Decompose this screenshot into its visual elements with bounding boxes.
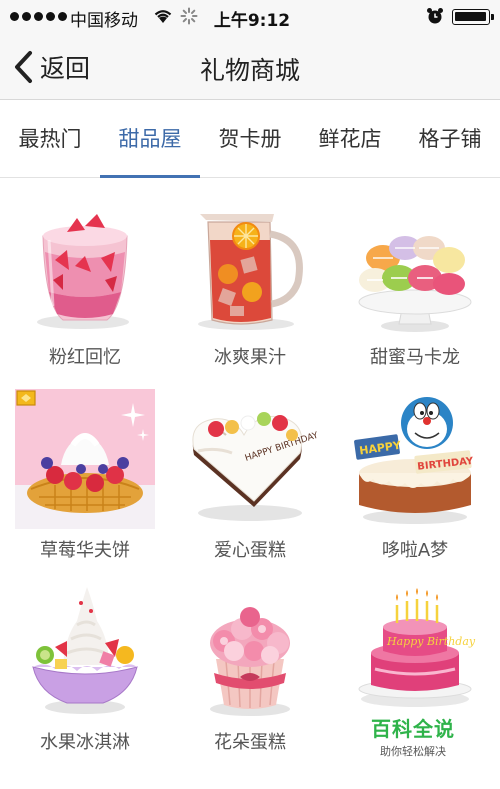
gift-item[interactable]: 草莓华夫饼	[5, 371, 165, 566]
gift-item[interactable]: HAPPY BIRTHDAY 哆啦A梦	[335, 371, 495, 566]
fruit-ice-cream-icon	[32, 587, 138, 714]
macaron-plate-icon	[358, 236, 472, 332]
signal-strength-icon	[10, 12, 67, 21]
wifi-icon	[154, 10, 172, 23]
alarm-clock-icon	[427, 8, 443, 24]
status-bar: 中国移动 上午9:12	[0, 0, 500, 34]
heart-cake-icon: HAPPY BIRTHDAY	[192, 412, 320, 521]
watermark-title: 百科全说	[371, 717, 455, 741]
loading-spinner-icon	[180, 7, 198, 25]
gift-item[interactable]: HAPPY BIRTHDAY 爱心蛋糕	[170, 371, 330, 566]
strawberry-parfait-icon	[37, 214, 129, 329]
gift-item[interactable]: 粉红回忆	[5, 178, 165, 373]
chevron-left-icon	[15, 51, 32, 83]
back-button[interactable]: 返回	[10, 46, 90, 88]
gift-name: 草莓华夫饼	[40, 540, 130, 561]
tab-greeting-cards[interactable]: 贺卡册	[200, 100, 300, 178]
gift-item[interactable]: 水果冰淇淋	[5, 563, 165, 758]
strawberry-waffle-icon	[15, 389, 155, 529]
gift-name: 爱心蛋糕	[214, 540, 286, 561]
birthday-cake-icon: Happy Birthday	[358, 588, 476, 707]
gift-name: 哆啦A梦	[381, 540, 449, 561]
back-label: 返回	[40, 54, 91, 83]
carrier-name: 中国移动	[70, 11, 138, 31]
tab-checkered-shop[interactable]: 格子铺	[400, 100, 500, 178]
gift-item[interactable]: 冰爽果汁	[170, 178, 330, 373]
flower-cupcake-icon	[210, 607, 290, 716]
watermark-subtitle: 助你轻松解决	[380, 745, 446, 758]
gift-item[interactable]: 花朵蛋糕	[170, 563, 330, 758]
navigation-bar: 返回 礼物商城	[0, 34, 500, 100]
status-time: 上午9:12	[213, 11, 291, 31]
fruit-juice-pitcher-icon	[198, 214, 303, 330]
doraemon-cake-icon: HAPPY BIRTHDAY	[354, 397, 475, 524]
tab-hottest[interactable]: 最热门	[0, 100, 100, 178]
gift-name: 冰爽果汁	[214, 347, 286, 368]
watermark-logo: 百科全说 助你轻松解决	[356, 713, 470, 759]
tab-dessert-house[interactable]: 甜品屋	[100, 100, 200, 178]
tab-flower-shop[interactable]: 鲜花店	[300, 100, 400, 178]
category-tabs: 最热门 甜品屋 贺卡册 鲜花店 格子铺	[0, 100, 500, 178]
gift-name: 甜蜜马卡龙	[370, 347, 460, 368]
gift-name: 花朵蛋糕	[214, 732, 286, 753]
gift-name: 水果冰淇淋	[40, 732, 130, 753]
gift-item[interactable]: 甜蜜马卡龙	[335, 178, 495, 373]
gift-name: 粉红回忆	[49, 347, 121, 368]
battery-icon	[452, 9, 494, 25]
svg-text:Happy Birthday: Happy Birthday	[386, 635, 476, 648]
